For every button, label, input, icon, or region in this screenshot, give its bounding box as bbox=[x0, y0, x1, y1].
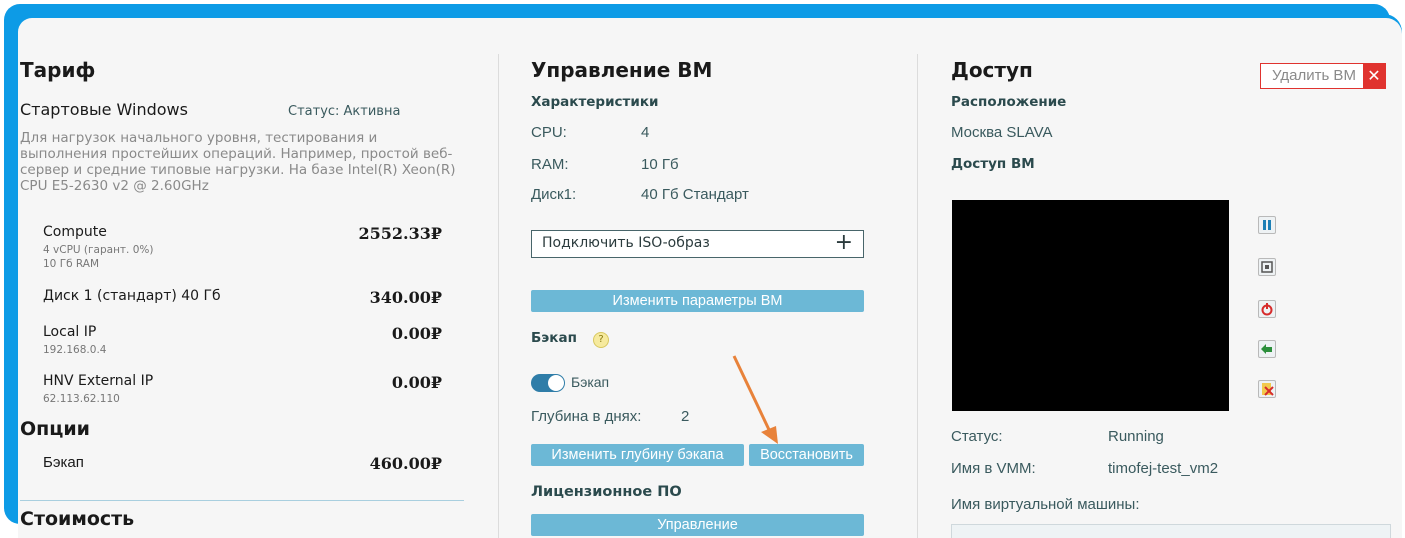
annotation-arrow bbox=[732, 355, 778, 444]
column-divider bbox=[917, 54, 918, 538]
backup-toggle-label: Бэкап bbox=[571, 374, 610, 390]
restart-icon[interactable] bbox=[1258, 300, 1276, 318]
location-title: Расположение bbox=[951, 94, 1067, 110]
item-price: 340.00₽ bbox=[369, 288, 442, 307]
remove-icon[interactable] bbox=[1258, 380, 1276, 398]
spec-value-cpu: 4 bbox=[641, 124, 650, 141]
iso-select[interactable]: Подключить ISO-образ + bbox=[531, 230, 864, 258]
plan-description: Для нагрузок начального уровня, тестиров… bbox=[20, 130, 456, 194]
close-icon: ✕ bbox=[1363, 64, 1385, 88]
item-detail: 10 Гб RAM bbox=[43, 258, 100, 270]
vm-status-label: Статус: bbox=[951, 428, 1003, 445]
vm-name-label: Имя виртуальной машины: bbox=[951, 496, 1140, 513]
revert-icon[interactable] bbox=[1258, 340, 1276, 358]
vm-name-input[interactable] bbox=[951, 524, 1391, 538]
location-value: Москва SLAVA bbox=[951, 124, 1053, 141]
item-price: 2552.33₽ bbox=[358, 224, 443, 243]
item-price: 0.00₽ bbox=[391, 373, 442, 392]
item-name: HNV External IP bbox=[43, 373, 154, 389]
vm-access-title: Доступ ВМ bbox=[951, 156, 1035, 172]
vm-details-panel: Тариф Стартовые Windows Статус: Активна … bbox=[18, 18, 1402, 538]
plus-icon: + bbox=[834, 230, 853, 255]
cost-title: Стоимость bbox=[20, 508, 135, 530]
item-name: Compute bbox=[43, 224, 107, 240]
tariff-title: Тариф bbox=[20, 58, 96, 82]
option-price: 460.00₽ bbox=[369, 454, 442, 473]
item-name: Local IP bbox=[43, 324, 97, 340]
divider bbox=[20, 500, 464, 501]
item-detail: 4 vCPU (гарант. 0%) bbox=[43, 244, 154, 256]
access-title: Доступ bbox=[951, 58, 1033, 82]
plan-name: Стартовые Windows bbox=[20, 100, 188, 119]
spec-value-ram: 10 Гб bbox=[641, 156, 679, 173]
vmm-name-label: Имя в VMM: bbox=[951, 460, 1036, 477]
pause-icon[interactable] bbox=[1258, 216, 1276, 234]
iso-select-label: Подключить ISO-образ bbox=[542, 235, 710, 251]
column-divider bbox=[498, 54, 499, 538]
vmm-name-value: timofej-test_vm2 bbox=[1108, 460, 1219, 477]
backup-title: Бэкап bbox=[531, 330, 577, 346]
vm-management-title: Управление ВМ bbox=[531, 58, 713, 82]
spec-label-disk: Диск1: bbox=[531, 186, 577, 203]
backup-toggle[interactable] bbox=[531, 374, 565, 392]
options-title: Опции bbox=[20, 418, 90, 440]
item-detail: 62.113.62.110 bbox=[43, 393, 120, 405]
spec-label-cpu: CPU: bbox=[531, 124, 567, 141]
help-icon[interactable]: ? bbox=[593, 332, 609, 348]
item-name: Диск 1 (стандарт) 40 Гб bbox=[43, 288, 221, 304]
spec-label-ram: RAM: bbox=[531, 156, 569, 173]
delete-vm-button[interactable]: Удалить ВМ ✕ bbox=[1260, 63, 1386, 89]
specs-title: Характеристики bbox=[531, 94, 659, 110]
vm-console-screen[interactable] bbox=[952, 200, 1229, 411]
item-detail: 192.168.0.4 bbox=[43, 344, 107, 356]
license-title: Лицензионное ПО bbox=[531, 484, 682, 500]
toggle-knob bbox=[548, 375, 564, 391]
manage-license-button[interactable]: Управление bbox=[531, 514, 864, 536]
option-name: Бэкап bbox=[43, 454, 84, 471]
stop-icon[interactable] bbox=[1258, 258, 1276, 276]
depth-value: 2 bbox=[681, 408, 690, 425]
delete-vm-label: Удалить ВМ bbox=[1272, 67, 1356, 84]
item-price: 0.00₽ bbox=[391, 324, 442, 343]
plan-status: Статус: Активна bbox=[288, 104, 401, 119]
change-backup-depth-button[interactable]: Изменить глубину бэкапа bbox=[531, 444, 744, 466]
spec-value-disk: 40 Гб Стандарт bbox=[641, 186, 749, 203]
change-params-button[interactable]: Изменить параметры ВМ bbox=[531, 290, 864, 312]
depth-label: Глубина в днях: bbox=[531, 408, 642, 425]
vm-status-value: Running bbox=[1108, 428, 1164, 445]
